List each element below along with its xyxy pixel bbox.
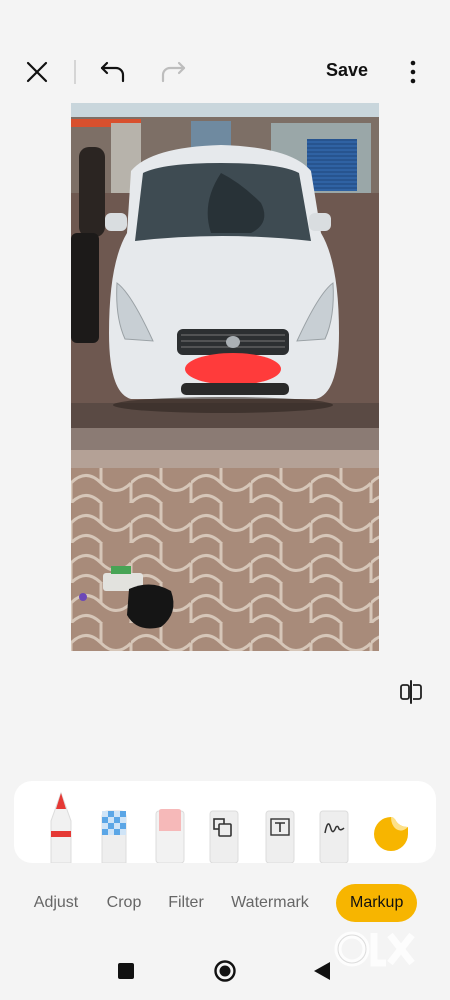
redo-icon[interactable] xyxy=(157,57,189,87)
system-navigation-bar xyxy=(0,950,450,1000)
circle-icon[interactable] xyxy=(213,959,237,983)
mosaic-tool[interactable] xyxy=(98,781,130,868)
edited-photo[interactable] xyxy=(71,103,379,651)
signature-tool[interactable] xyxy=(318,781,350,868)
triangle-back-icon[interactable] xyxy=(312,961,332,981)
undo-icon[interactable] xyxy=(97,57,129,87)
editor-tabs: Adjust Crop Filter Watermark Markup xyxy=(0,884,450,926)
shape-tool[interactable] xyxy=(208,781,240,868)
close-icon[interactable] xyxy=(22,57,52,87)
pen-tool[interactable] xyxy=(48,781,74,868)
toolbar-divider xyxy=(74,60,76,84)
save-button[interactable]: Save xyxy=(326,60,368,81)
compare-icon[interactable] xyxy=(396,678,426,706)
tab-filter[interactable]: Filter xyxy=(164,884,208,922)
tab-crop[interactable]: Crop xyxy=(102,884,146,922)
more-vertical-icon[interactable] xyxy=(403,56,423,88)
tab-adjust[interactable]: Adjust xyxy=(28,884,84,922)
square-icon[interactable] xyxy=(116,961,136,981)
sticker-tool[interactable] xyxy=(372,815,410,858)
text-tool[interactable] xyxy=(264,781,296,868)
markup-tool-tray xyxy=(14,781,436,864)
tab-markup[interactable]: Markup xyxy=(336,884,417,922)
tab-watermark[interactable]: Watermark xyxy=(228,884,312,922)
eraser-tool[interactable] xyxy=(154,781,186,868)
